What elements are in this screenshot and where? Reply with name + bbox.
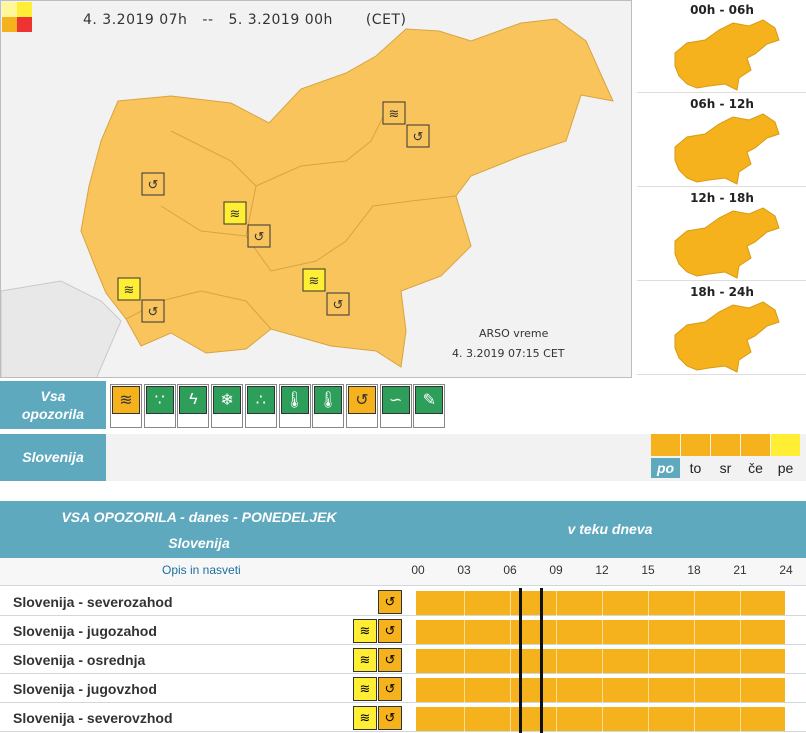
filter-forest-fire[interactable]: ✎	[413, 384, 446, 428]
svg-text:↺: ↺	[413, 129, 424, 144]
filter-coastal-event[interactable]: ↺	[345, 384, 378, 428]
wind-icon: ≋	[112, 386, 140, 414]
coastal-event-icon: ↺	[347, 386, 376, 414]
map-credit-time: 4. 3.2019 07:15 CET	[452, 347, 565, 360]
filter-thunderstorm[interactable]: ϟ	[177, 384, 210, 428]
level-legend	[2, 2, 32, 32]
hour-tick-label: 12	[595, 563, 609, 577]
thunderstorm-icon: ϟ	[179, 386, 208, 414]
map-marker-c-coastal[interactable]: ↺	[247, 224, 271, 248]
hour-tick-label: 24	[779, 563, 793, 577]
day-tab-4[interactable]: pe	[771, 458, 800, 478]
day-tab-0[interactable]: po	[651, 458, 680, 478]
all-warnings-label-1: Vsa	[40, 388, 66, 404]
hour-tick-label: 15	[641, 563, 655, 577]
table-title: VSA OPOZORILA - danes - PONEDELJEK	[61, 509, 337, 525]
map-title-sep: --	[202, 12, 214, 28]
rain-icon: ∵	[145, 386, 174, 414]
time-slot-label: 00h - 06h	[690, 3, 754, 17]
map-title-from: 4. 3.2019 07h	[83, 12, 188, 28]
hour-tick-label: 09	[549, 563, 563, 577]
map-marker-ne-coastal[interactable]: ↺	[406, 124, 430, 148]
map-marker-se-wind[interactable]: ≋	[302, 268, 326, 292]
time-slot-3[interactable]: 18h - 24h	[637, 282, 806, 375]
map-marker-sw-coastal[interactable]: ↺	[141, 299, 165, 323]
time-slot-1[interactable]: 06h - 12h	[637, 94, 806, 187]
svg-text:↺: ↺	[333, 297, 344, 312]
description-column-label[interactable]: Opis in nasveti	[162, 563, 241, 577]
region-slovenija-button[interactable]: Slovenija	[0, 434, 106, 481]
high-temperature-icon: 🌡	[280, 386, 309, 414]
mini-map	[674, 207, 780, 279]
hour-tick-label: 03	[457, 563, 471, 577]
hour-tick-label: 18	[687, 563, 701, 577]
day-tab-3[interactable]: če	[741, 458, 770, 478]
map-marker-se-coastal[interactable]: ↺	[326, 292, 350, 316]
map-marker-ne-wind[interactable]: ≋	[382, 101, 406, 125]
map-svg: ≋ ↺ ↺ ≋ ↺ ≋ ↺ ≋ ↺	[1, 18, 614, 377]
hour-tick-label: 06	[503, 563, 517, 577]
day-level-4[interactable]	[771, 434, 800, 456]
map-title: 4. 3.2019 07h -- 5. 3.2019 00h (CET)	[83, 12, 406, 28]
map-marker-c-wind[interactable]: ≋	[223, 201, 247, 225]
map-credit-name: ARSO vreme	[479, 327, 549, 340]
map-marker-nw-coastal[interactable]: ↺	[141, 172, 165, 196]
timeline-title: v teku dneva	[567, 521, 653, 537]
svg-text:↺: ↺	[148, 304, 159, 319]
mini-map	[674, 113, 780, 185]
day-level-2[interactable]	[711, 434, 740, 456]
table-subtitle: Slovenija	[168, 535, 230, 551]
table-header: VSA OPOZORILA - danes - PONEDELJEK Slove…	[0, 501, 806, 558]
mini-map	[674, 19, 780, 91]
hour-tick-label: 21	[733, 563, 747, 577]
fog-icon: ∽	[381, 386, 410, 414]
filter-high-temperature[interactable]: 🌡	[278, 384, 311, 428]
low-temperature-icon: 🌡	[314, 386, 343, 414]
svg-text:↺: ↺	[254, 229, 265, 244]
svg-text:≋: ≋	[230, 206, 241, 221]
svg-text:≋: ≋	[389, 106, 400, 121]
snow-rain-icon: ∴	[246, 386, 275, 414]
mini-map	[674, 301, 780, 373]
time-slot-2[interactable]: 12h - 18h	[637, 188, 806, 281]
day-tab-2[interactable]: sr	[711, 458, 740, 478]
time-slot-0[interactable]: 00h - 06h	[637, 0, 806, 93]
warning-map[interactable]: ≋ ↺ ↺ ≋ ↺ ≋ ↺ ≋ ↺ 4. 3.2019 07h -- 5. 3.…	[0, 0, 632, 378]
forest-fire-icon: ✎	[415, 386, 444, 414]
all-warnings-label-2: opozorila	[21, 406, 85, 422]
filter-fog[interactable]: ∽	[379, 384, 412, 428]
svg-text:≋: ≋	[124, 282, 135, 297]
timeline-grid	[0, 588, 806, 733]
day-tab-1[interactable]: to	[681, 458, 710, 478]
filter-rain[interactable]: ∵	[143, 384, 176, 428]
svg-text:≋: ≋	[309, 273, 320, 288]
current-time-marker	[540, 588, 543, 733]
svg-text:↺: ↺	[148, 177, 159, 192]
day-level-1[interactable]	[681, 434, 710, 456]
filter-snow[interactable]: ❄	[211, 384, 244, 428]
map-marker-sw-wind[interactable]: ≋	[117, 277, 141, 301]
time-slot-label: 12h - 18h	[690, 191, 754, 205]
time-slot-label: 06h - 12h	[690, 97, 754, 111]
filter-snow-rain[interactable]: ∴	[244, 384, 277, 428]
all-warnings-button[interactable]: Vsa opozorila	[0, 381, 106, 429]
day-level-3[interactable]	[741, 434, 770, 456]
hour-tick-label: 00	[411, 563, 425, 577]
map-title-tz: (CET)	[365, 12, 407, 28]
adriatic-coast	[1, 280, 122, 377]
day-level-0[interactable]	[651, 434, 680, 456]
day-start-marker	[519, 588, 522, 733]
map-title-to: 5. 3.2019 00h	[228, 12, 333, 28]
time-slot-label: 18h - 24h	[690, 285, 754, 299]
filter-wind[interactable]: ≋	[110, 384, 142, 428]
filter-low-temperature[interactable]: 🌡	[312, 384, 345, 428]
snow-icon: ❄	[213, 386, 242, 414]
